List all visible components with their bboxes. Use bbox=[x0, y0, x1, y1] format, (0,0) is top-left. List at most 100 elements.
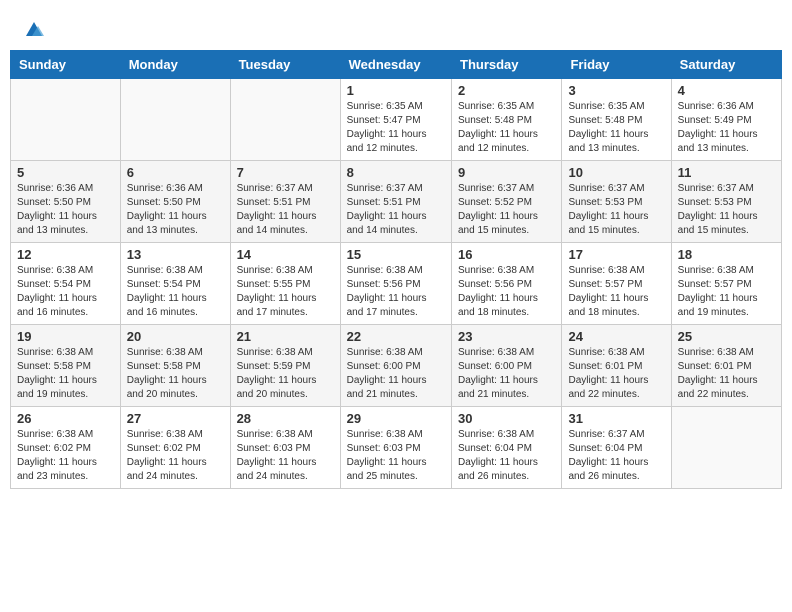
day-info: Sunrise: 6:36 AM Sunset: 5:50 PM Dayligh… bbox=[17, 182, 114, 238]
day-number: 10 bbox=[568, 165, 664, 180]
day-info: Sunrise: 6:38 AM Sunset: 5:59 PM Dayligh… bbox=[237, 346, 334, 402]
day-number: 29 bbox=[347, 411, 445, 426]
day-number: 27 bbox=[127, 411, 224, 426]
day-number: 16 bbox=[458, 247, 555, 262]
day-info: Sunrise: 6:38 AM Sunset: 5:56 PM Dayligh… bbox=[458, 264, 555, 320]
day-info: Sunrise: 6:36 AM Sunset: 5:50 PM Dayligh… bbox=[127, 182, 224, 238]
calendar-cell bbox=[671, 407, 781, 489]
day-info: Sunrise: 6:37 AM Sunset: 5:52 PM Dayligh… bbox=[458, 182, 555, 238]
calendar-cell: 10 Sunrise: 6:37 AM Sunset: 5:53 PM Dayli… bbox=[562, 161, 671, 243]
day-info: Sunrise: 6:37 AM Sunset: 5:51 PM Dayligh… bbox=[347, 182, 445, 238]
day-number: 21 bbox=[237, 329, 334, 344]
day-number: 20 bbox=[127, 329, 224, 344]
day-info: Sunrise: 6:37 AM Sunset: 5:53 PM Dayligh… bbox=[678, 182, 775, 238]
day-header-thursday: Thursday bbox=[452, 51, 562, 79]
day-info: Sunrise: 6:38 AM Sunset: 6:00 PM Dayligh… bbox=[347, 346, 445, 402]
day-info: Sunrise: 6:38 AM Sunset: 6:00 PM Dayligh… bbox=[458, 346, 555, 402]
day-number: 4 bbox=[678, 83, 775, 98]
calendar-header-row: SundayMondayTuesdayWednesdayThursdayFrid… bbox=[11, 51, 782, 79]
calendar-cell: 21 Sunrise: 6:38 AM Sunset: 5:59 PM Dayli… bbox=[230, 325, 340, 407]
calendar-cell: 17 Sunrise: 6:38 AM Sunset: 5:57 PM Dayli… bbox=[562, 243, 671, 325]
day-number: 5 bbox=[17, 165, 114, 180]
day-number: 2 bbox=[458, 83, 555, 98]
week-row-5: 26 Sunrise: 6:38 AM Sunset: 6:02 PM Dayli… bbox=[11, 407, 782, 489]
week-row-3: 12Sunrise: 6:38 AM Sunset: 5:54 PM Dayli… bbox=[11, 243, 782, 325]
day-number: 17 bbox=[568, 247, 664, 262]
day-info: Sunrise: 6:38 AM Sunset: 5:56 PM Dayligh… bbox=[347, 264, 445, 320]
calendar-cell: 23 Sunrise: 6:38 AM Sunset: 6:00 PM Dayli… bbox=[452, 325, 562, 407]
day-number: 14 bbox=[237, 247, 334, 262]
day-number: 7 bbox=[237, 165, 334, 180]
calendar-cell: 18 Sunrise: 6:38 AM Sunset: 5:57 PM Dayli… bbox=[671, 243, 781, 325]
calendar-cell bbox=[11, 79, 121, 161]
calendar-cell: 26 Sunrise: 6:38 AM Sunset: 6:02 PM Dayli… bbox=[11, 407, 121, 489]
logo bbox=[20, 18, 46, 42]
calendar-cell: 5 Sunrise: 6:36 AM Sunset: 5:50 PM Daylig… bbox=[11, 161, 121, 243]
week-row-2: 5 Sunrise: 6:36 AM Sunset: 5:50 PM Daylig… bbox=[11, 161, 782, 243]
day-number: 13 bbox=[127, 247, 224, 262]
day-info: Sunrise: 6:38 AM Sunset: 5:57 PM Dayligh… bbox=[568, 264, 664, 320]
calendar-cell: 3 Sunrise: 6:35 AM Sunset: 5:48 PM Daylig… bbox=[562, 79, 671, 161]
calendar-cell: 28Sunrise: 6:38 AM Sunset: 6:03 PM Dayli… bbox=[230, 407, 340, 489]
calendar-cell: 22 Sunrise: 6:38 AM Sunset: 6:00 PM Dayli… bbox=[340, 325, 451, 407]
calendar-cell: 29Sunrise: 6:38 AM Sunset: 6:03 PM Dayli… bbox=[340, 407, 451, 489]
calendar-cell: 6Sunrise: 6:36 AM Sunset: 5:50 PM Daylig… bbox=[120, 161, 230, 243]
calendar-cell: 7 Sunrise: 6:37 AM Sunset: 5:51 PM Daylig… bbox=[230, 161, 340, 243]
day-number: 11 bbox=[678, 165, 775, 180]
day-info: Sunrise: 6:38 AM Sunset: 6:02 PM Dayligh… bbox=[127, 428, 224, 484]
day-info: Sunrise: 6:38 AM Sunset: 5:55 PM Dayligh… bbox=[237, 264, 334, 320]
day-info: Sunrise: 6:38 AM Sunset: 6:04 PM Dayligh… bbox=[458, 428, 555, 484]
day-number: 28 bbox=[237, 411, 334, 426]
header bbox=[10, 10, 782, 46]
calendar-cell bbox=[230, 79, 340, 161]
day-info: Sunrise: 6:37 AM Sunset: 5:51 PM Dayligh… bbox=[237, 182, 334, 238]
calendar-cell: 15 Sunrise: 6:38 AM Sunset: 5:56 PM Dayli… bbox=[340, 243, 451, 325]
calendar-cell: 4Sunrise: 6:36 AM Sunset: 5:49 PM Daylig… bbox=[671, 79, 781, 161]
day-info: Sunrise: 6:38 AM Sunset: 5:58 PM Dayligh… bbox=[17, 346, 114, 402]
day-info: Sunrise: 6:35 AM Sunset: 5:48 PM Dayligh… bbox=[568, 100, 664, 156]
day-info: Sunrise: 6:38 AM Sunset: 5:54 PM Dayligh… bbox=[127, 264, 224, 320]
calendar-cell: 9 Sunrise: 6:37 AM Sunset: 5:52 PM Daylig… bbox=[452, 161, 562, 243]
day-number: 1 bbox=[347, 83, 445, 98]
calendar-body: 1 Sunrise: 6:35 AM Sunset: 5:47 PM Daylig… bbox=[11, 79, 782, 489]
day-info: Sunrise: 6:35 AM Sunset: 5:48 PM Dayligh… bbox=[458, 100, 555, 156]
day-number: 23 bbox=[458, 329, 555, 344]
day-number: 24 bbox=[568, 329, 664, 344]
day-number: 9 bbox=[458, 165, 555, 180]
day-number: 25 bbox=[678, 329, 775, 344]
calendar-cell: 1 Sunrise: 6:35 AM Sunset: 5:47 PM Daylig… bbox=[340, 79, 451, 161]
calendar-cell bbox=[120, 79, 230, 161]
calendar-cell: 30 Sunrise: 6:38 AM Sunset: 6:04 PM Dayli… bbox=[452, 407, 562, 489]
day-number: 3 bbox=[568, 83, 664, 98]
calendar-cell: 19 Sunrise: 6:38 AM Sunset: 5:58 PM Dayli… bbox=[11, 325, 121, 407]
day-header-wednesday: Wednesday bbox=[340, 51, 451, 79]
day-number: 8 bbox=[347, 165, 445, 180]
day-info: Sunrise: 6:38 AM Sunset: 5:57 PM Dayligh… bbox=[678, 264, 775, 320]
day-number: 30 bbox=[458, 411, 555, 426]
day-info: Sunrise: 6:38 AM Sunset: 6:01 PM Dayligh… bbox=[568, 346, 664, 402]
day-info: Sunrise: 6:35 AM Sunset: 5:47 PM Dayligh… bbox=[347, 100, 445, 156]
day-number: 19 bbox=[17, 329, 114, 344]
day-info: Sunrise: 6:37 AM Sunset: 6:04 PM Dayligh… bbox=[568, 428, 664, 484]
calendar-cell: 16 Sunrise: 6:38 AM Sunset: 5:56 PM Dayli… bbox=[452, 243, 562, 325]
week-row-4: 19 Sunrise: 6:38 AM Sunset: 5:58 PM Dayli… bbox=[11, 325, 782, 407]
day-info: Sunrise: 6:38 AM Sunset: 6:02 PM Dayligh… bbox=[17, 428, 114, 484]
day-header-sunday: Sunday bbox=[11, 51, 121, 79]
logo-text bbox=[20, 18, 46, 42]
day-number: 18 bbox=[678, 247, 775, 262]
day-header-friday: Friday bbox=[562, 51, 671, 79]
calendar-cell: 31 Sunrise: 6:37 AM Sunset: 6:04 PM Dayli… bbox=[562, 407, 671, 489]
day-header-saturday: Saturday bbox=[671, 51, 781, 79]
calendar-cell: 8 Sunrise: 6:37 AM Sunset: 5:51 PM Daylig… bbox=[340, 161, 451, 243]
day-number: 31 bbox=[568, 411, 664, 426]
calendar-cell: 25Sunrise: 6:38 AM Sunset: 6:01 PM Dayli… bbox=[671, 325, 781, 407]
day-number: 15 bbox=[347, 247, 445, 262]
day-number: 22 bbox=[347, 329, 445, 344]
calendar-cell: 12Sunrise: 6:38 AM Sunset: 5:54 PM Dayli… bbox=[11, 243, 121, 325]
calendar-cell: 14 Sunrise: 6:38 AM Sunset: 5:55 PM Dayli… bbox=[230, 243, 340, 325]
calendar-table: SundayMondayTuesdayWednesdayThursdayFrid… bbox=[10, 50, 782, 489]
day-info: Sunrise: 6:37 AM Sunset: 5:53 PM Dayligh… bbox=[568, 182, 664, 238]
calendar-cell: 20Sunrise: 6:38 AM Sunset: 5:58 PM Dayli… bbox=[120, 325, 230, 407]
day-number: 26 bbox=[17, 411, 114, 426]
day-info: Sunrise: 6:38 AM Sunset: 5:54 PM Dayligh… bbox=[17, 264, 114, 320]
